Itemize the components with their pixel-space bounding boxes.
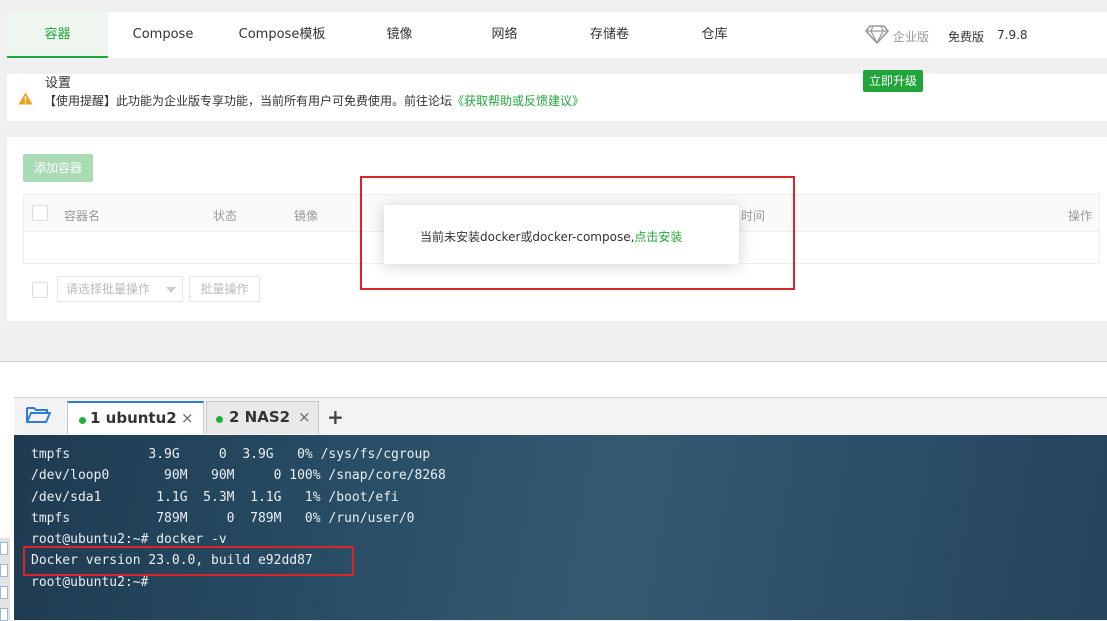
- warning-icon: [18, 92, 33, 105]
- close-icon[interactable]: ×: [298, 408, 311, 426]
- tab-settings[interactable]: 设置: [45, 72, 71, 91]
- top-nav: 容器 Compose Compose模板 镜像 网络 存储卷 仓库: [7, 12, 1107, 58]
- batch-action-select[interactable]: 请选择批量操作: [57, 276, 183, 302]
- folder-open-icon[interactable]: [25, 405, 51, 425]
- add-tab-icon[interactable]: +: [327, 405, 344, 429]
- select-all-checkbox[interactable]: [32, 205, 48, 221]
- strip-icon[interactable]: [0, 608, 8, 621]
- batch-action-button[interactable]: 批量操作: [189, 276, 260, 302]
- tab-compose[interactable]: Compose: [113, 12, 213, 58]
- column-actions: 操作: [1068, 209, 1093, 223]
- diamond-icon: [865, 25, 889, 44]
- tab-volumes[interactable]: 存储卷: [567, 12, 652, 58]
- free-edition-label: 免费版: [948, 30, 985, 44]
- notice-message: 【使用提醒】此功能为企业版专享功能，当前所有用户可免费使用。前往论坛: [44, 94, 453, 108]
- column-status: 状态: [213, 209, 238, 223]
- chevron-down-icon: [166, 287, 176, 293]
- notice-text: 【使用提醒】此功能为企业版专享功能，当前所有用户可免费使用。前往论坛《获取帮助或…: [44, 92, 584, 109]
- terminal-tab-ubuntu2[interactable]: 1 ubuntu2 ×: [67, 401, 204, 434]
- terminal-line: tmpfs 789M 0 789M 0% /run/user/0: [31, 510, 415, 526]
- strip-icon[interactable]: [0, 564, 8, 577]
- strip-icon[interactable]: [0, 542, 8, 555]
- tab-networks[interactable]: 网络: [462, 12, 547, 58]
- terminal-tab-label: 1 ubuntu2: [90, 409, 177, 427]
- tab-containers[interactable]: 容器: [7, 12, 108, 58]
- terminal-line: /dev/sda1 1.1G 5.3M 1.1G 1% /boot/efi: [31, 489, 399, 505]
- version-label: 7.9.8: [997, 28, 1028, 42]
- divider: [0, 361, 1107, 362]
- tab-images[interactable]: 镜像: [357, 12, 442, 58]
- left-taskbar-strip: [0, 538, 10, 621]
- column-container-name: 容器名: [64, 209, 101, 223]
- upgrade-button[interactable]: 立即升级: [863, 70, 923, 92]
- add-container-button[interactable]: 添加容器: [23, 154, 93, 182]
- tab-compose-template[interactable]: Compose模板: [227, 12, 337, 58]
- highlight-box-docker-version: [23, 546, 354, 576]
- help-feedback-link[interactable]: 《获取帮助或反馈建议》: [452, 94, 584, 108]
- connected-dot-icon: [216, 416, 223, 423]
- enterprise-label[interactable]: 企业版: [893, 28, 929, 45]
- strip-icon[interactable]: [0, 586, 8, 599]
- terminal-tab-nas2[interactable]: 2 NAS2 ×: [206, 401, 319, 434]
- tab-registry[interactable]: 仓库: [672, 12, 757, 58]
- batch-select-placeholder: 请选择批量操作: [66, 282, 151, 296]
- batch-checkbox[interactable]: [32, 282, 48, 298]
- column-image: 镜像: [294, 209, 319, 223]
- connected-dot-icon: [79, 417, 86, 424]
- terminal-line: /dev/loop0 90M 90M 0 100% /snap/core/826…: [31, 468, 446, 484]
- highlight-box-dialog: [360, 176, 795, 290]
- terminal-tab-label: 2 NAS2: [229, 408, 291, 426]
- close-icon[interactable]: ×: [181, 409, 194, 427]
- terminal-line: tmpfs 3.9G 0 3.9G 0% /sys/fs/cgroup: [31, 447, 431, 462]
